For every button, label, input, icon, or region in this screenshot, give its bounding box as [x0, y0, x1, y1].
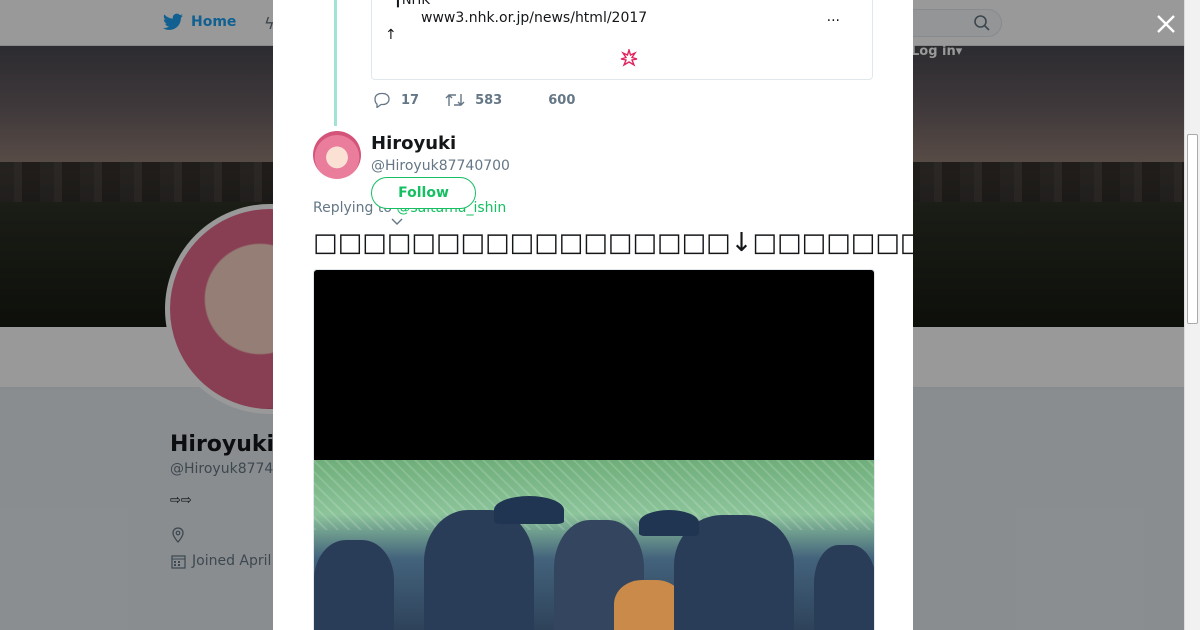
thread-line	[334, 0, 337, 126]
retweet-count: 583	[475, 92, 503, 108]
reply-count: 17	[401, 92, 420, 108]
close-modal-button[interactable]	[1153, 11, 1179, 37]
photo-cap	[494, 496, 564, 524]
quoted-link-card[interactable]: ┃NHK www3.nhk.or.jp/news/html/2017 ... ↑	[371, 0, 873, 80]
photo-figure	[814, 545, 874, 630]
photo-figure	[424, 510, 534, 630]
tweet-media[interactable]	[313, 269, 875, 630]
close-icon	[1157, 15, 1175, 33]
page-scrollbar[interactable]	[1184, 0, 1200, 630]
reply-author-handle[interactable]: @Hiroyuk87740700	[371, 158, 510, 174]
tweet-text: □□□□□□□□□□□□□□□□□↓□□□□□□□□□□	[313, 228, 913, 258]
photo-cap	[639, 510, 699, 536]
quote-source: ┃NHK	[394, 0, 430, 8]
like-action[interactable]: 600	[548, 93, 575, 108]
quote-ellipsis: ...	[826, 9, 840, 25]
tweet-photo	[314, 460, 874, 630]
follow-button[interactable]: Follow	[371, 177, 476, 209]
tweet-actions: 17 583 600	[373, 92, 601, 108]
quote-url[interactable]: www3.nhk.or.jp/news/html/2017	[421, 10, 647, 26]
reply-avatar[interactable]	[313, 131, 361, 179]
quote-arrow: ↑	[385, 27, 397, 43]
reply-action[interactable]: 17	[373, 92, 419, 108]
photo-figure	[314, 540, 394, 630]
anger-emoji-icon	[620, 47, 638, 71]
retweet-action[interactable]: 583	[445, 92, 502, 108]
reply-author-name[interactable]: Hiroyuki	[371, 133, 456, 154]
tweet-modal: ┃NHK www3.nhk.or.jp/news/html/2017 ... ↑…	[273, 0, 913, 630]
like-count: 600	[548, 92, 576, 108]
retweet-icon	[445, 94, 465, 106]
reply-icon	[374, 92, 390, 108]
scrollbar-thumb[interactable]	[1187, 134, 1198, 324]
quote-source-label: NHK	[401, 0, 430, 8]
